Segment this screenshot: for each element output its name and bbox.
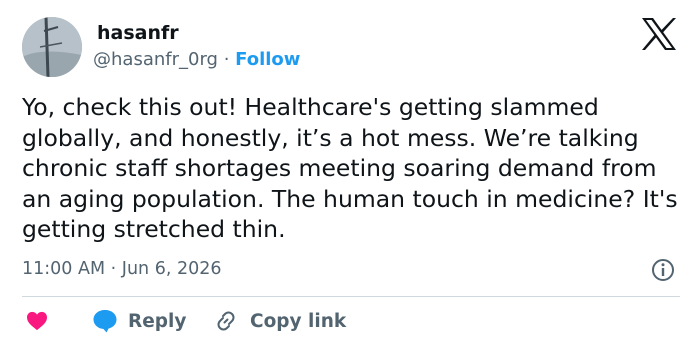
- x-logo-icon[interactable]: [640, 17, 678, 51]
- divider: [22, 296, 680, 297]
- author-name[interactable]: hasanfr: [97, 21, 179, 45]
- copy-link-label: Copy link: [250, 310, 347, 332]
- reply-button[interactable]: Reply: [92, 308, 186, 334]
- copy-link-button[interactable]: Copy link: [214, 308, 346, 334]
- author-handle-row: @hasanfr_0rg · Follow: [93, 48, 300, 72]
- reply-bubble-icon: [93, 310, 117, 333]
- heart-icon[interactable]: [26, 311, 48, 331]
- tweet-card: hasanfr @hasanfr_0rg · Follow Yo, check …: [0, 0, 700, 348]
- avatar[interactable]: [22, 17, 82, 77]
- author-handle[interactable]: @hasanfr_0rg: [93, 49, 218, 70]
- link-icon: [217, 311, 235, 331]
- follow-button[interactable]: Follow: [235, 49, 300, 70]
- tweet-date[interactable]: Jun 6, 2026: [122, 259, 222, 279]
- handle-separator: ·: [223, 49, 236, 70]
- avatar-photo: [22, 17, 82, 77]
- tweet-meta: 11:00 AM · Jun 6, 2026: [22, 257, 222, 281]
- tweet-time[interactable]: 11:00 AM: [22, 259, 105, 279]
- info-icon[interactable]: [651, 258, 675, 282]
- tweet-text: Yo, check this out! Healthcare's getting…: [22, 93, 678, 243]
- reply-label: Reply: [128, 310, 187, 332]
- meta-separator: ·: [110, 259, 122, 279]
- action-bar: Reply Copy link: [0, 305, 700, 337]
